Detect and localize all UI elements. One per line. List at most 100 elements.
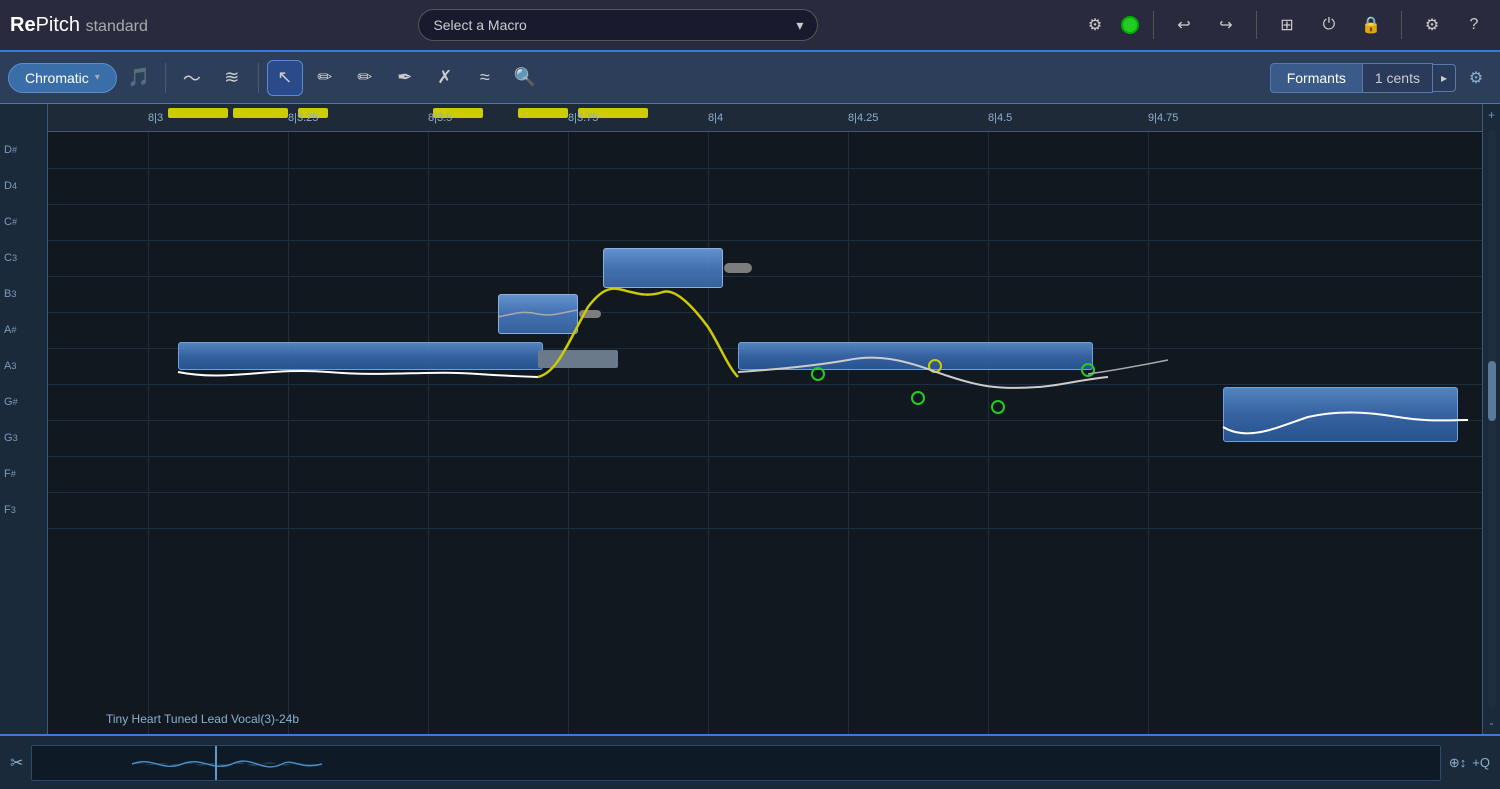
- key-c3: C3: [0, 240, 47, 276]
- divider-3: [1401, 11, 1402, 39]
- select-tool[interactable]: ↖: [267, 60, 303, 96]
- note-block-c3[interactable]: [603, 248, 723, 288]
- scale-label: Chromatic: [25, 70, 89, 86]
- config-button[interactable]: ⚙: [1416, 9, 1448, 41]
- note-block-g3[interactable]: [1223, 387, 1458, 442]
- grid-row: [48, 312, 1482, 313]
- grid-col: [848, 132, 849, 734]
- redo-button[interactable]: ↪: [1210, 9, 1242, 41]
- note-block-a3-1[interactable]: [178, 342, 543, 370]
- grid-row: [48, 528, 1482, 529]
- right-scrollbar: + -: [1482, 104, 1500, 734]
- grid-row: [48, 240, 1482, 241]
- vibrato2-tool[interactable]: ≈: [467, 60, 503, 96]
- key-c-sharp: C#: [0, 204, 47, 240]
- grid-row: [48, 456, 1482, 457]
- grid-row: [48, 204, 1482, 205]
- grid-button[interactable]: ⊞: [1271, 9, 1303, 41]
- scroll-zoom-in[interactable]: +: [1488, 108, 1495, 122]
- timeline-segment: [168, 108, 228, 118]
- grid-col: [428, 132, 429, 734]
- file-label: Tiny Heart Tuned Lead Vocal(3)-24b: [106, 712, 299, 726]
- scroll-track[interactable]: [1488, 130, 1496, 708]
- marker-8-4-5: 8|4.5: [988, 112, 1012, 124]
- formants-expand[interactable]: ▸: [1433, 64, 1456, 92]
- canvas-area[interactable]: 8|3 8|3.25 8|3.5 8|3.75 8|4 8|4.25 8|4.5…: [48, 104, 1482, 734]
- key-d-sharp: D#: [0, 132, 47, 168]
- rest-block[interactable]: [538, 350, 618, 368]
- note-block-a3-2[interactable]: [738, 342, 1093, 370]
- power-button[interactable]: ⏻: [1313, 9, 1345, 41]
- pencil-tool[interactable]: ✏: [307, 60, 343, 96]
- note-block-b3-1[interactable]: [498, 294, 578, 334]
- wave-tool[interactable]: 〜: [174, 60, 210, 96]
- grid-row: [48, 384, 1482, 385]
- grid-row: [48, 492, 1482, 493]
- undo-button[interactable]: ↩: [1168, 9, 1200, 41]
- marker-8-3: 8|3: [148, 112, 163, 124]
- macro-dropdown[interactable]: Select a Macro ▾: [418, 9, 818, 41]
- grid-col: [568, 132, 569, 734]
- mini-playhead: [215, 746, 217, 780]
- grid-col: [708, 132, 709, 734]
- key-f3: F3: [0, 492, 47, 528]
- app-standard: standard: [86, 18, 148, 35]
- scale-selector[interactable]: Chromatic ▾: [8, 63, 117, 93]
- key-b3: B3: [0, 276, 47, 312]
- marker-8-3-5: 8|3.5: [428, 112, 452, 124]
- macro-label: Select a Macro: [433, 17, 526, 33]
- app-title: RePitch standard: [10, 14, 148, 37]
- tool-sep-1: [165, 63, 166, 93]
- tune-settings[interactable]: ⚙: [1460, 62, 1492, 94]
- control-point-green-4[interactable]: [1081, 363, 1095, 377]
- mini-waveform[interactable]: [31, 745, 1440, 781]
- cut-button[interactable]: ✂: [10, 753, 23, 773]
- tool-sep-2: [258, 63, 259, 93]
- status-indicator: [1121, 16, 1139, 34]
- waveform-svg: [32, 746, 1439, 780]
- control-point-green-3[interactable]: [991, 400, 1005, 414]
- marker-8-4: 8|4: [708, 112, 723, 124]
- zoom-out-btn[interactable]: ⊕↕: [1449, 755, 1466, 771]
- control-point-yellow[interactable]: [928, 359, 942, 373]
- cents-display: 1 cents: [1363, 63, 1433, 93]
- app-re: Re: [10, 14, 36, 36]
- toolbar: Chromatic ▾ 🎵 〜 ≋ ↖ ✏ ✏ ✒ ✗ ≈ 🔍 Formants…: [0, 52, 1500, 104]
- scroll-zoom-out[interactable]: -: [1490, 716, 1494, 730]
- control-point-green-1[interactable]: [811, 367, 825, 381]
- formants-button[interactable]: Formants: [1270, 63, 1363, 93]
- curve-tool[interactable]: ✒: [387, 60, 423, 96]
- key-a3: A3: [0, 348, 47, 384]
- settings-icon[interactable]: ⚙: [1079, 9, 1111, 41]
- search-tool[interactable]: 🔍: [507, 60, 543, 96]
- vibrato-tool[interactable]: ≋: [214, 60, 250, 96]
- control-point-green-2[interactable]: [911, 391, 925, 405]
- scroll-thumb[interactable]: [1488, 361, 1496, 421]
- lock-button[interactable]: 🔒: [1355, 9, 1387, 41]
- marker-8-4-25: 8|4.25: [848, 112, 878, 124]
- grid-col: [1148, 132, 1149, 734]
- grid: [48, 132, 1482, 734]
- key-g3: G3: [0, 420, 47, 456]
- erase-tool[interactable]: ✗: [427, 60, 463, 96]
- divider-1: [1153, 11, 1154, 39]
- timeline-segment: [518, 108, 568, 118]
- key-f-sharp: F#: [0, 456, 47, 492]
- marker-8-3-75: 8|3.75: [568, 112, 598, 124]
- zoom-in-btn[interactable]: +Q: [1472, 755, 1490, 770]
- marker-9-4-75: 9|4.75: [1148, 112, 1178, 124]
- key-d4: D4: [0, 168, 47, 204]
- marker-8-3-25: 8|3.25: [288, 112, 318, 124]
- timeline-segment: [233, 108, 288, 118]
- key-lock-tool[interactable]: 🎵: [121, 60, 157, 96]
- grid-row: [48, 168, 1482, 169]
- divider-2: [1256, 11, 1257, 39]
- app-pitch: Pitch: [36, 14, 80, 36]
- grid-row: [48, 276, 1482, 277]
- draw-tool[interactable]: ✏: [347, 60, 383, 96]
- bottom-bar: ✂ ⊕↕ +Q: [0, 734, 1500, 789]
- macro-arrow: ▾: [796, 17, 803, 34]
- bottom-controls: ⊕↕ +Q: [1449, 755, 1490, 771]
- help-button[interactable]: ?: [1458, 9, 1490, 41]
- key-g-sharp: G#: [0, 384, 47, 420]
